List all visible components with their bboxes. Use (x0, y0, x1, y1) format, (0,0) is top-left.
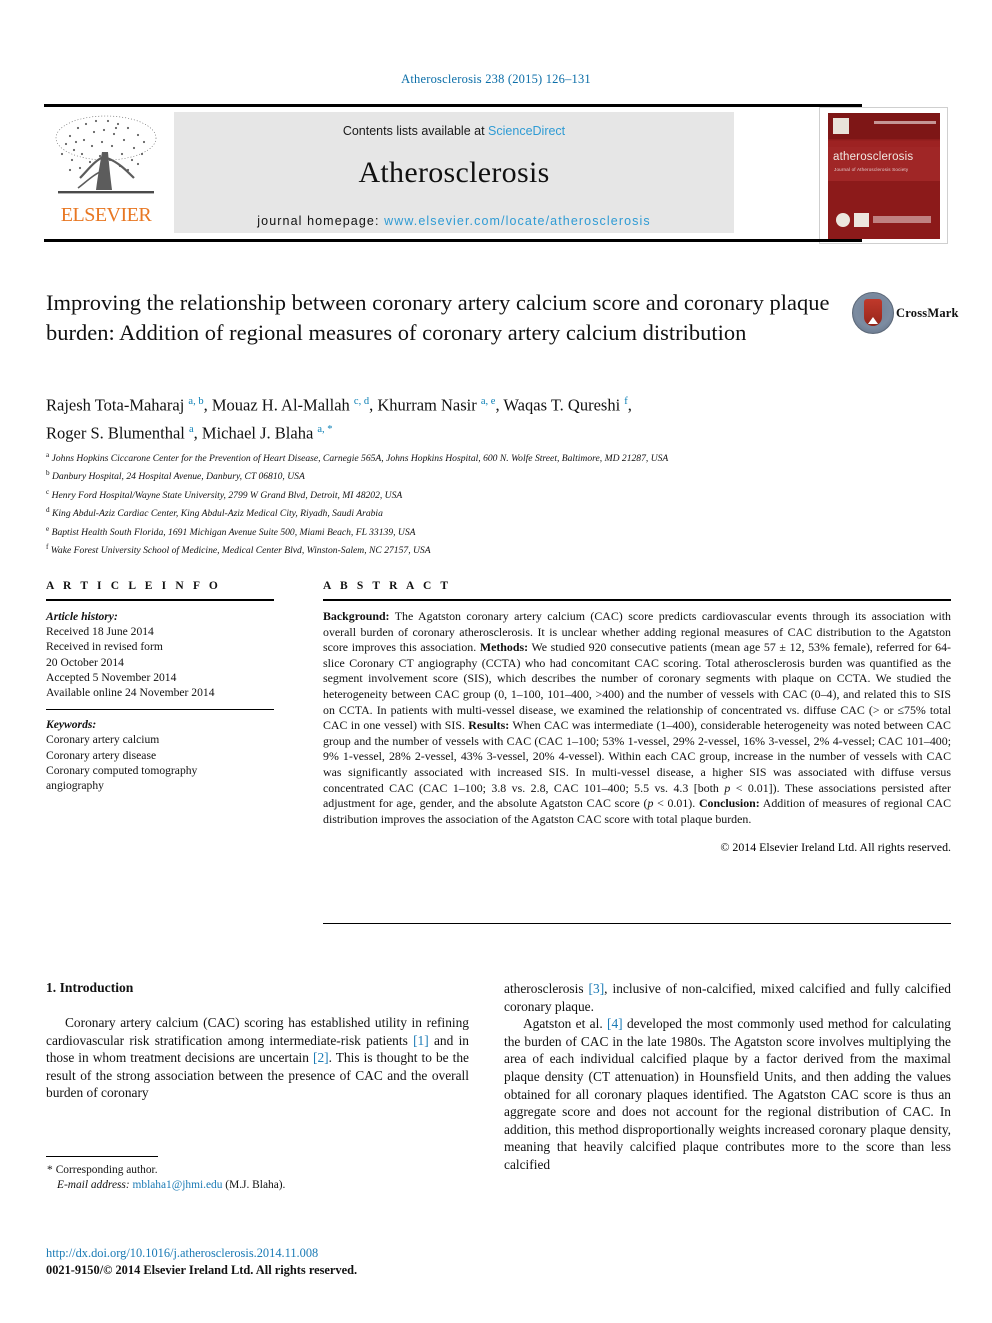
crossmark-disc-icon (852, 292, 894, 334)
sciencedirect-link[interactable]: ScienceDirect (488, 124, 565, 138)
keywords-label: Keywords: (46, 718, 97, 732)
article-history-block: Article history: Received 18 June 2014 R… (46, 609, 274, 700)
email-label: E-mail address: (57, 1179, 130, 1192)
introduction-paragraph-right-2: Agatston et al. [4] developed the most c… (504, 1016, 951, 1172)
abstract-text: Background: The Agatston coronary artery… (323, 609, 951, 826)
journal-title: Atherosclerosis (358, 156, 550, 189)
keyword-item: Coronary artery disease (46, 748, 157, 762)
keywords-rule (46, 709, 274, 711)
email-link[interactable]: mblaha1@jhmi.edu (133, 1179, 223, 1191)
abstract-heading: A B S T R A C T (323, 580, 452, 592)
contents-prefix: Contents lists available at (342, 124, 485, 138)
page-title: Improving the relationship between coron… (46, 290, 830, 345)
email-owner: (M.J. Blaha). (225, 1179, 286, 1192)
keyword-item: Coronary computed tomography (46, 763, 198, 777)
title-block: Improving the relationship between coron… (46, 288, 846, 348)
abstract-section: A B S T R A C T Background: The Agatston… (323, 580, 951, 855)
cover-elsevier-mark-icon (833, 118, 849, 134)
affiliation-a: a Johns Hopkins Ciccarone Center for the… (46, 451, 669, 465)
article-history-label: Article history: (46, 610, 118, 623)
cover-journal-subtitle: Journal of Atherosclerosis Society (834, 167, 909, 172)
email-line: E-mail address: mblaha1@jhmi.edu (M.J. B… (46, 1178, 469, 1193)
history-accepted: Accepted 5 November 2014 (46, 670, 177, 684)
article-info-rule (46, 599, 274, 601)
crossmark-arrow-icon (868, 317, 878, 324)
banner-body: ELSEVIER Contents lists available at Sci… (44, 107, 948, 244)
corresponding-author-line: * Corresponding author. (46, 1163, 469, 1178)
elsevier-tree-icon (50, 112, 162, 204)
journal-banner: ELSEVIER Contents lists available at Sci… (44, 104, 948, 244)
affiliation-c: c Henry Ford Hospital/Wayne State Univer… (46, 487, 403, 501)
running-head: Atherosclerosis 238 (2015) 126–131 (401, 72, 591, 86)
author-line-1: Rajesh Tota-Maharaj a, b, Mouaz H. Al-Ma… (46, 395, 632, 415)
cover-top-text-line (874, 121, 936, 124)
author-line-2: Roger S. Blumenthal a, Michael J. Blaha … (46, 423, 333, 442)
history-online: Available online 24 November 2014 (46, 686, 215, 700)
cover-artwork: atherosclerosis Journal of Atheroscleros… (828, 113, 940, 239)
author-list: Rajesh Tota-Maharaj a, b, Mouaz H. Al-Ma… (46, 390, 876, 445)
abstract-bottom-rule (323, 923, 951, 924)
corresponding-author-footnote: * Corresponding author. E-mail address: m… (46, 1156, 469, 1194)
doi-link[interactable]: http://dx.doi.org/10.1016/j.atherosclero… (46, 1246, 318, 1260)
crossmark-badge[interactable]: CrossMark (852, 292, 958, 340)
body-column-left: 1. Introduction Coronary artery calcium … (46, 980, 469, 1102)
contents-available-line: Contents lists available at ScienceDirec… (174, 112, 734, 138)
keywords-block: Keywords: Coronary artery calcium Corona… (46, 717, 274, 793)
cover-badge-caption (873, 216, 931, 223)
introduction-paragraph-right-1: atherosclerosis [3], inclusive of non-ca… (504, 981, 951, 1014)
paper-page: Atherosclerosis 238 (2015) 126–131 ELSEV… (0, 0, 992, 1323)
keyword-item: Coronary artery calcium (46, 733, 160, 747)
cover-society-badge-icon (836, 213, 850, 227)
journal-homepage-link[interactable]: www.elsevier.com/locate/atherosclerosis (384, 214, 651, 228)
history-revised: Received in revised form (46, 640, 163, 654)
affiliation-b: b Danbury Hospital, 24 Hospital Avenue, … (46, 469, 305, 483)
affiliation-f: f Wake Forest University School of Medic… (46, 542, 431, 557)
history-revised-date: 20 October 2014 (46, 655, 124, 669)
affiliation-d: d King Abdul-Aziz Cardiac Center, King A… (46, 506, 383, 520)
corresponding-author-marker: * (47, 1164, 53, 1176)
affiliation-e: e Baptist Health South Florida, 1691 Mic… (46, 524, 416, 538)
homepage-prefix: journal homepage: (257, 214, 380, 228)
article-info-heading: A R T I C L E I N F O (46, 580, 221, 592)
journal-cover-thumbnail: atherosclerosis Journal of Atheroscleros… (819, 107, 948, 244)
cover-journal-title: atherosclerosis (833, 151, 914, 163)
introduction-paragraph-left: Coronary artery calcium (CAC) scoring ha… (46, 1015, 470, 1101)
doi-block: http://dx.doi.org/10.1016/j.atherosclero… (46, 1245, 546, 1278)
article-info-section: A R T I C L E I N F O Article history: R… (46, 580, 274, 793)
elsevier-wordmark: ELSEVIER (60, 204, 152, 226)
cover-second-badge-icon (854, 213, 869, 227)
footnote-rule (46, 1156, 158, 1157)
crossmark-label: CrossMark (896, 306, 959, 320)
history-received: Received 18 June 2014 (46, 625, 154, 639)
introduction-heading: 1. Introduction (46, 980, 134, 995)
abstract-copyright: © 2014 Elsevier Ireland Ltd. All rights … (720, 840, 951, 855)
affiliation-list: a Johns Hopkins Ciccarone Center for the… (46, 448, 876, 558)
banner-bottom-rule (44, 239, 862, 242)
elsevier-logo: ELSEVIER (50, 112, 162, 232)
body-column-right: atherosclerosis [3], inclusive of non-ca… (504, 980, 951, 1174)
corresponding-author-text: Corresponding author. (55, 1164, 158, 1176)
issn-copyright-line: 0021-9150/© 2014 Elsevier Ireland Ltd. A… (46, 1262, 358, 1277)
journal-homepage-line: journal homepage: www.elsevier.com/locat… (174, 214, 734, 228)
contents-panel: Contents lists available at ScienceDirec… (174, 112, 734, 233)
abstract-rule (323, 599, 951, 601)
keyword-item: angiography (46, 779, 104, 793)
